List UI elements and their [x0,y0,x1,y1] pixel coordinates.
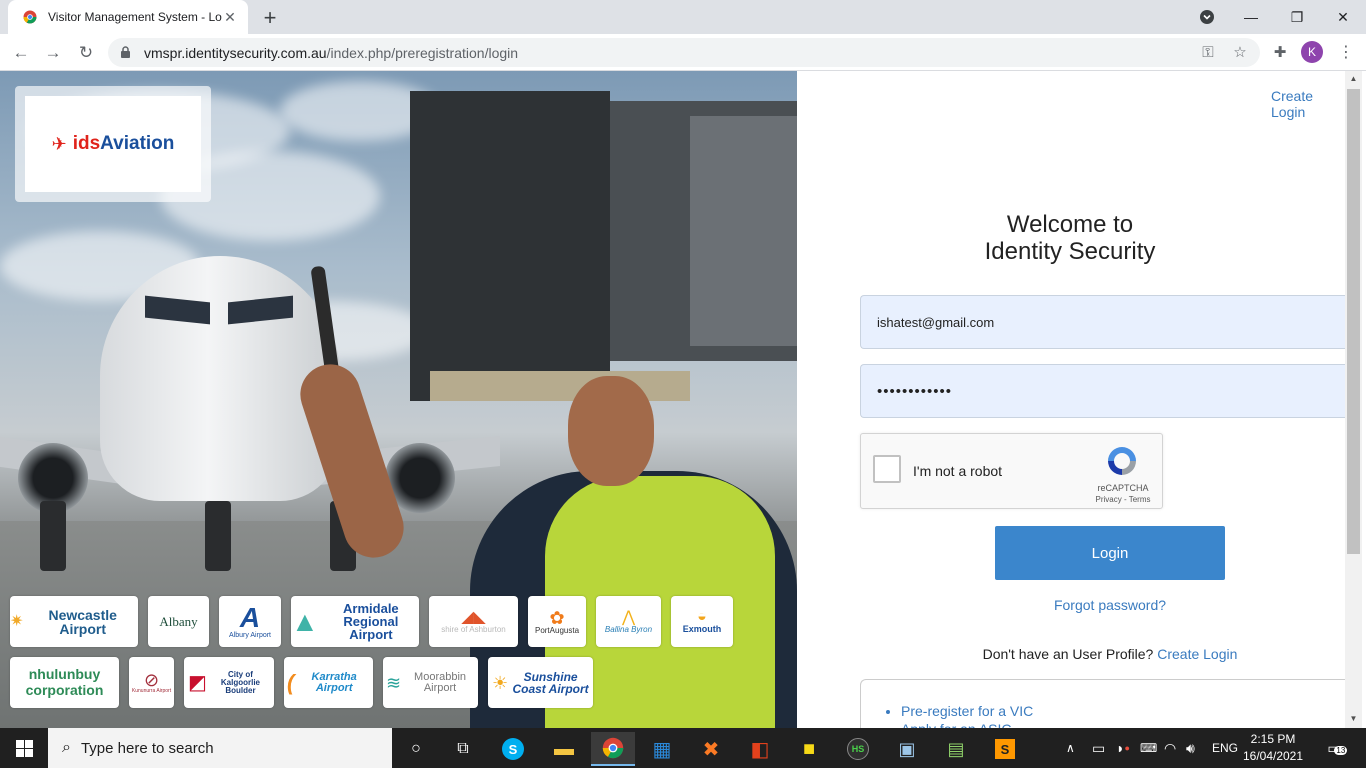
logo-text-aviation: Aviation [100,133,175,154]
browser-tab[interactable]: Visitor Management System - Lo ✕ [8,0,248,34]
chrome-favicon-icon [22,9,38,25]
lock-icon [120,46,134,60]
partner-logo-kalgoorlie: ◩ City of Kalgoorlie Boulder [184,657,274,708]
search-icon: ⌕ [62,739,71,756]
new-tab-button[interactable]: + [258,5,282,30]
no-profile-text: Don't have an User Profile? [982,646,1154,662]
profile-menu-icon[interactable] [1184,0,1230,34]
forward-icon[interactable]: → [40,40,66,66]
notepad-icon[interactable]: ▤ [934,732,978,766]
scroll-down-icon[interactable]: ▼ [1348,713,1359,724]
notification-center-icon[interactable]: ▭13 [1322,736,1348,760]
recaptcha-checkbox[interactable] [873,455,901,483]
partner-logo-exmouth: ◒ Exmouth [671,596,733,647]
hubstaff-icon[interactable]: HS [836,732,880,766]
tray-wifi-icon[interactable]: ◠ [1164,728,1176,768]
tray-language[interactable]: ENG [1212,728,1238,768]
notification-count: 13 [1334,745,1348,755]
ids-aviation-logo: ✈ ids Aviation [15,86,211,202]
hero-photo: ✈ ids Aviation ✷ Newcastle Airport Albany … [0,71,797,728]
minimize-icon[interactable]: — [1228,0,1274,34]
clock-date: 16/04/2021 [1242,749,1304,763]
partner-logo-nhulunbuy: nhulunbuy corporation [10,657,119,708]
browser-tabstrip: Visitor Management System - Lo ✕ + — ❐ ✕ [0,0,1366,34]
remote-desktop-icon[interactable]: ▣ [885,732,929,766]
tray-battery-icon[interactable]: ◗ ● [1116,728,1130,768]
extensions-puzzle-icon[interactable]: ✚ [1270,42,1290,62]
back-icon[interactable]: ← [8,40,34,66]
recaptcha-label: I'm not a robot [913,463,1003,479]
scrollbar-thumb[interactable] [1347,89,1360,554]
cortana-icon[interactable]: ○ [394,732,438,766]
tray-volume-icon[interactable]: 🔊︎ [1186,728,1195,768]
file-explorer-icon[interactable]: ▬ [542,732,586,766]
create-login-link-top[interactable]: Create Login [1271,88,1345,120]
scroll-up-icon[interactable]: ▲ [1348,73,1359,84]
windows-taskbar: ⌕ Type here to search ○ ⧉ S ▬ ▦ ✖ ◧ ■ HS… [0,728,1366,768]
skype-icon[interactable]: S [491,732,535,766]
page: ✈ ids Aviation ✷ Newcastle Airport Albany … [0,71,1366,739]
login-button[interactable]: Login [995,526,1225,580]
reload-icon[interactable]: ↻ [73,40,99,66]
partner-logo-newcastle: ✷ Newcastle Airport [10,596,138,647]
partner-logo-sunshine-coast: ☀ Sunshine Coast Airport [488,657,593,708]
windows-start-icon[interactable] [0,728,48,768]
clock-time: 2:15 PM [1250,732,1296,746]
taskbar-clock[interactable]: 2:15 PM 16/04/2021 [1240,731,1306,765]
tab-close-icon[interactable]: ✕ [222,9,238,25]
partner-logo-ballina-byron: ⋀ Ballina Byron [596,596,661,647]
partner-logo-moorabbin: ≋ Moorabbin Airport [383,657,478,708]
tray-usb-icon[interactable]: ▭ [1092,728,1105,768]
email-field[interactable]: ishatest@gmail.com [860,295,1345,349]
tray-chevron-icon[interactable]: ∧ [1066,728,1075,768]
recaptcha-widget: I'm not a robot reCAPTCHA Privacy - Term… [860,433,1163,509]
profile-avatar[interactable]: K [1301,41,1323,63]
partner-logo-kununurra: ⊘ Kununurra Airport [129,657,174,708]
partner-logo-ashburton: ◢◣ shire of Ashburton [429,596,518,647]
xampp-icon[interactable]: ✖ [689,732,733,766]
airplane-logo-icon: ✈ [51,133,67,154]
recaptcha-logo-icon [1105,444,1139,478]
restore-icon[interactable]: ❐ [1274,0,1320,34]
password-field[interactable]: •••••••••••• [860,364,1345,418]
task-view-icon[interactable]: ⧉ [441,732,485,766]
logo-text-ids: ids [72,133,101,154]
forgot-password-link[interactable]: Forgot password? [797,597,1366,613]
login-panel: Create Login Welcome to Identity Securit… [797,71,1345,739]
partner-logo-albany: Albany [148,596,209,647]
partner-logo-armidale: ▲ Armidale Regional Airport [291,596,419,647]
recaptcha-privacy-terms[interactable]: Privacy - Terms [1083,495,1163,504]
partner-logo-albury: A Albury Airport [219,596,281,647]
partner-logo-karratha: (Karratha Airport [284,657,373,708]
bookmark-star-icon[interactable]: ☆ [1230,42,1250,62]
tab-title: Visitor Management System - Lo [48,10,222,24]
tray-input-method-icon[interactable]: ⌨ [1140,728,1157,768]
url-host: vmspr.identitysecurity.com.au [144,44,327,61]
sublime-text-icon[interactable]: S [983,732,1027,766]
welcome-heading: Welcome to Identity Security [984,211,1156,265]
close-window-icon[interactable]: ✕ [1320,0,1366,34]
create-login-link[interactable]: Create Login [1157,646,1237,662]
url-path: /index.php/preregistration/login [326,44,519,61]
recaptcha-brand: reCAPTCHA [1097,483,1149,493]
sticky-notes-icon[interactable]: ■ [787,732,831,766]
office-icon[interactable]: ◧ [738,732,782,766]
taskbar-search-input[interactable]: ⌕ Type here to search [48,728,392,768]
calendar-icon[interactable]: ▦ [640,732,684,766]
partner-logo-port-augusta: ✿ PortAugusta [528,596,586,647]
key-icon[interactable]: ⚿ [1198,42,1218,62]
no-profile-line: Don't have an User Profile? Create Login [797,646,1366,662]
link-preregister-vic[interactable]: Pre-register for a VIC [901,702,1345,720]
address-bar[interactable]: vmspr.identitysecurity.com.au/index.php/… [108,38,1260,67]
chrome-taskbar-icon[interactable] [591,732,635,766]
browser-toolbar: ← → ↻ vmspr.identitysecurity.com.au/inde… [0,34,1366,71]
browser-menu-icon[interactable]: ⋮ [1336,42,1356,62]
